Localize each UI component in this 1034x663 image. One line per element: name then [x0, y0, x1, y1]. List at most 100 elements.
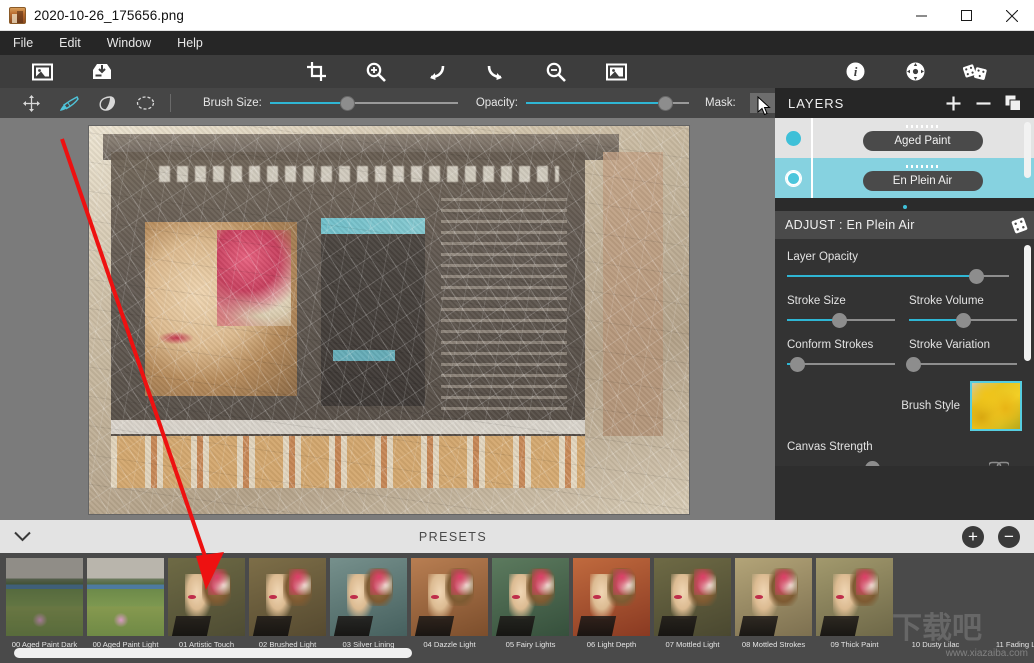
remove-layer-button[interactable]: [968, 88, 998, 118]
stroke-variation-slider[interactable]: [906, 356, 1017, 372]
slider-knob[interactable]: [789, 356, 805, 372]
undo-icon[interactable]: [414, 55, 458, 88]
layer-row[interactable]: En Plein Air: [775, 158, 1034, 198]
preset-item[interactable]: 00 Aged Paint Dark: [6, 558, 83, 649]
brush-size-knob[interactable]: [339, 95, 355, 111]
close-button[interactable]: [989, 0, 1034, 31]
preset-thumbnail[interactable]: [411, 558, 488, 636]
link-icon[interactable]: [987, 459, 1011, 466]
stroke-size-slider[interactable]: [787, 312, 895, 328]
layer-opacity-slider[interactable]: [787, 268, 1009, 284]
menu-window[interactable]: Window: [94, 31, 164, 55]
layer-body[interactable]: En Plein Air: [811, 165, 1034, 191]
layer-visibility-toggle[interactable]: [775, 170, 811, 186]
minimize-button[interactable]: [899, 0, 944, 31]
options-separator: [170, 94, 171, 112]
redo-icon[interactable]: [474, 55, 518, 88]
zoom-in-icon[interactable]: [354, 55, 398, 88]
preset-item[interactable]: 05 Fairy Lights: [492, 558, 569, 649]
preset-thumbnail[interactable]: [816, 558, 893, 636]
randomize-dice-icon[interactable]: [953, 55, 997, 88]
artwork-canvas[interactable]: [89, 126, 689, 514]
slider-knob[interactable]: [956, 312, 971, 328]
adjust-scrollbar[interactable]: [1024, 245, 1031, 361]
preset-item[interactable]: 01 Artistic Touch: [168, 558, 245, 649]
info-icon[interactable]: i: [833, 55, 877, 88]
fit-image-icon[interactable]: [594, 55, 638, 88]
layers-scrollbar[interactable]: [1024, 122, 1031, 178]
slider-rest: [913, 363, 1017, 365]
opacity-knob[interactable]: [657, 95, 673, 111]
zoom-out-icon[interactable]: [534, 55, 578, 88]
layer-visibility-toggle[interactable]: [775, 130, 811, 146]
presets-scrollbar[interactable]: [0, 647, 1034, 659]
artwork-preset-strip: [111, 436, 585, 488]
preset-thumbnail[interactable]: [87, 558, 164, 636]
layer-grip-handle[interactable]: [905, 165, 940, 168]
slider-knob[interactable]: [865, 460, 881, 466]
preset-item[interactable]: 07 Mottled Light: [654, 558, 731, 649]
layer-name-pill[interactable]: En Plein Air: [862, 171, 983, 191]
move-tool[interactable]: [12, 88, 50, 118]
preset-item[interactable]: 00 Aged Paint Light: [87, 558, 164, 649]
artwork-text-column: [441, 198, 567, 410]
preset-item[interactable]: 03 Silver Lining: [330, 558, 407, 649]
preset-thumbnail[interactable]: [249, 558, 326, 636]
layer-grip-handle[interactable]: [905, 125, 940, 128]
menu-help[interactable]: Help: [164, 31, 216, 55]
preset-item[interactable]: 04 Dazzle Light: [411, 558, 488, 649]
canvas-strength-slider[interactable]: [787, 460, 981, 466]
add-preset-button[interactable]: +: [962, 525, 984, 548]
stroke-size-control: Stroke Size: [787, 295, 895, 328]
artwork-title-strokes: [159, 166, 559, 182]
preset-thumbnail[interactable]: [330, 558, 407, 636]
canvas-area[interactable]: [0, 118, 775, 520]
preset-thumbnail[interactable]: [6, 558, 83, 636]
preset-thumbnail[interactable]: [978, 558, 1034, 636]
adjust-body[interactable]: Layer Opacity Stroke Size Stroke Volume …: [775, 239, 1034, 466]
duplicate-layer-icon[interactable]: [998, 88, 1028, 118]
opacity-slider[interactable]: [526, 95, 689, 111]
brush-style-swatch[interactable]: [970, 381, 1022, 431]
slider-knob[interactable]: [831, 312, 847, 328]
presets-strip[interactable]: 00 Aged Paint Dark 00 Aged Paint Light 0…: [0, 553, 1034, 663]
preset-thumbnail[interactable]: [573, 558, 650, 636]
preset-thumbnail[interactable]: [897, 558, 974, 636]
layer-row[interactable]: Aged Paint: [775, 118, 1034, 158]
chevron-down-icon[interactable]: [0, 520, 44, 553]
preset-thumbnail[interactable]: [735, 558, 812, 636]
stroke-volume-slider[interactable]: [909, 312, 1017, 328]
layer-body[interactable]: Aged Paint: [811, 125, 1034, 151]
preset-thumbnail[interactable]: [492, 558, 569, 636]
randomize-dice-icon[interactable]: [1004, 211, 1034, 239]
add-layer-button[interactable]: [938, 88, 968, 118]
preset-item[interactable]: 10 Dusty Lilac: [897, 558, 974, 649]
remove-preset-button[interactable]: −: [998, 525, 1020, 548]
preset-item[interactable]: 08 Mottled Strokes: [735, 558, 812, 649]
preset-item[interactable]: 02 Brushed Light: [249, 558, 326, 649]
crop-icon[interactable]: [294, 55, 338, 88]
preset-thumbnail[interactable]: [168, 558, 245, 636]
preset-item[interactable]: 11 Fading Li: [978, 558, 1034, 649]
brush-tool[interactable]: [50, 88, 88, 118]
slider-knob[interactable]: [906, 356, 922, 372]
preset-item[interactable]: 06 Light Depth: [573, 558, 650, 649]
slider-knob[interactable]: [968, 268, 984, 284]
selection-tool[interactable]: [126, 88, 164, 118]
settings-icon[interactable]: [893, 55, 937, 88]
stroke-size-volume-row: Stroke Size Stroke Volume: [787, 295, 1022, 339]
brush-style-label: Brush Style: [901, 400, 960, 412]
conform-strokes-slider[interactable]: [787, 356, 895, 372]
presets-scrollbar-thumb[interactable]: [14, 648, 412, 658]
open-image-icon[interactable]: [20, 55, 64, 88]
layers-list[interactable]: Aged Paint En Plein Air: [775, 118, 1034, 203]
brush-size-slider[interactable]: [269, 95, 458, 111]
eraser-tool[interactable]: [88, 88, 126, 118]
menu-edit[interactable]: Edit: [46, 31, 94, 55]
layer-name-pill[interactable]: Aged Paint: [862, 131, 983, 151]
menu-file[interactable]: File: [0, 31, 46, 55]
save-image-icon[interactable]: [80, 55, 124, 88]
preset-item[interactable]: 09 Thick Paint: [816, 558, 893, 649]
preset-thumbnail[interactable]: [654, 558, 731, 636]
maximize-button[interactable]: [944, 0, 989, 31]
